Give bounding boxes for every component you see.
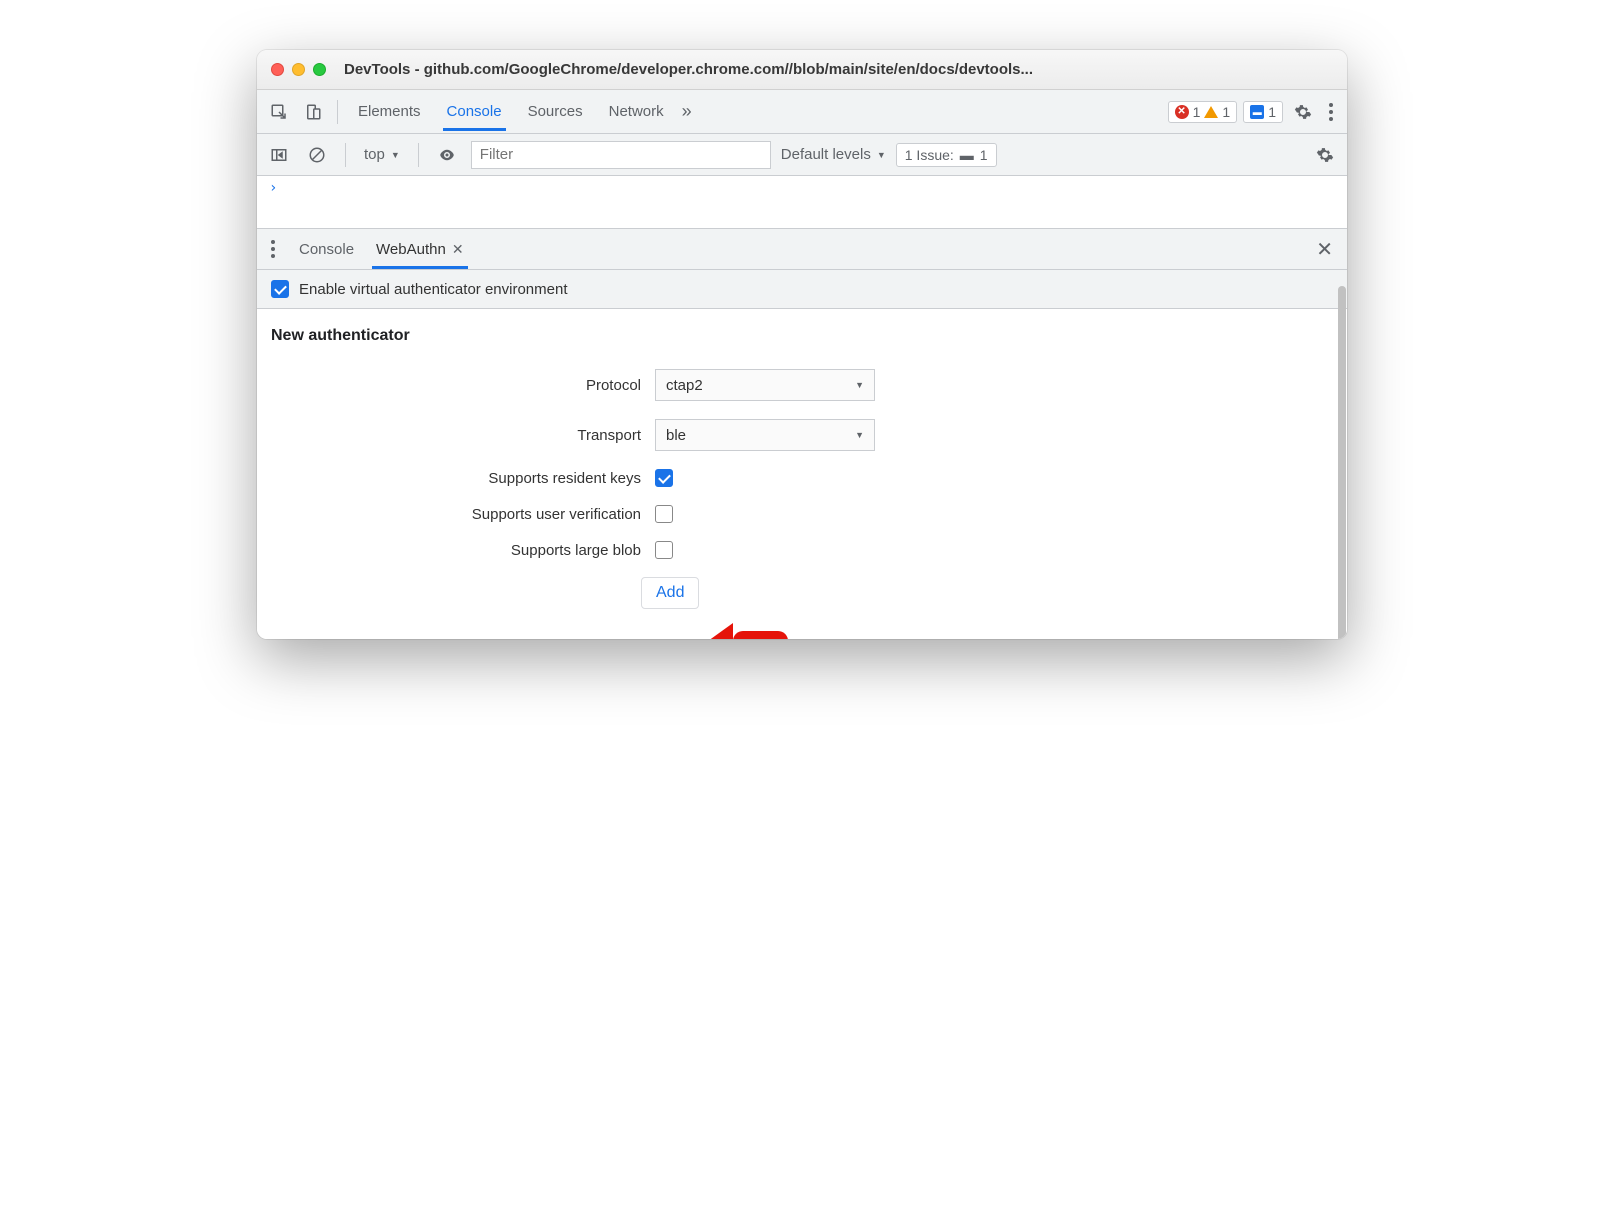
filter-input[interactable] — [471, 141, 771, 169]
transport-label: Transport — [271, 427, 641, 444]
resident-keys-row: Supports resident keys — [271, 469, 1333, 487]
errors-count: 1 — [1193, 104, 1201, 120]
context-selector[interactable]: top — [360, 146, 404, 163]
drawer-tab-console[interactable]: Console — [295, 231, 358, 268]
close-tab-icon[interactable]: ✕ — [452, 241, 464, 258]
warnings-count: 1 — [1222, 104, 1230, 120]
tab-sources[interactable]: Sources — [524, 93, 587, 130]
warning-icon — [1204, 106, 1218, 118]
window-title: DevTools - github.com/GoogleChrome/devel… — [344, 61, 1033, 78]
messages-badge[interactable]: ▬ 1 — [1243, 101, 1283, 123]
transport-row: Transport ble — [271, 419, 1333, 451]
user-verification-checkbox[interactable] — [655, 505, 673, 523]
window-controls — [271, 63, 326, 76]
error-icon: ✕ — [1175, 105, 1189, 119]
issue-icon: ▬ — [960, 147, 974, 163]
issues-pill[interactable]: 1 Issue: ▬ 1 — [896, 143, 997, 167]
close-window-button[interactable] — [271, 63, 284, 76]
log-levels-selector[interactable]: Default levels — [781, 146, 886, 163]
large-blob-checkbox[interactable] — [655, 541, 673, 559]
close-drawer-icon[interactable]: ✕ — [1310, 237, 1339, 262]
main-toolbar: Elements Console Sources Network » ✕ 1 1… — [257, 90, 1347, 134]
protocol-row: Protocol ctap2 — [271, 369, 1333, 401]
resident-keys-label: Supports resident keys — [271, 470, 641, 487]
inspect-icon[interactable] — [265, 98, 293, 126]
clear-console-icon[interactable] — [303, 141, 331, 169]
messages-count: 1 — [1268, 104, 1276, 120]
enable-virtual-authenticator-label: Enable virtual authenticator environment — [299, 281, 568, 298]
panel-title: New authenticator — [271, 327, 1333, 345]
user-verification-row: Supports user verification — [271, 505, 1333, 523]
console-settings-icon[interactable] — [1311, 141, 1339, 169]
message-icon: ▬ — [1250, 105, 1264, 119]
transport-select[interactable]: ble — [655, 419, 875, 451]
more-tabs-icon[interactable]: » — [674, 101, 700, 122]
drawer-tabs: Console WebAuthn ✕ ✕ — [257, 228, 1347, 270]
scrollbar-thumb[interactable] — [1338, 286, 1346, 639]
more-options-icon[interactable] — [1323, 103, 1339, 121]
drawer-menu-icon[interactable] — [265, 240, 281, 258]
enable-virtual-authenticator-row: Enable virtual authenticator environment — [257, 270, 1347, 309]
devtools-window: DevTools - github.com/GoogleChrome/devel… — [257, 50, 1347, 639]
zoom-window-button[interactable] — [313, 63, 326, 76]
enable-virtual-authenticator-checkbox[interactable] — [271, 280, 289, 298]
large-blob-label: Supports large blob — [271, 542, 641, 559]
toolbar-divider — [337, 100, 338, 124]
console-toolbar: top Default levels 1 Issue: ▬ 1 — [257, 134, 1347, 176]
errors-badge[interactable]: ✕ 1 1 — [1168, 101, 1238, 123]
protocol-select[interactable]: ctap2 — [655, 369, 875, 401]
window-titlebar: DevTools - github.com/GoogleChrome/devel… — [257, 50, 1347, 90]
console-divider-2 — [418, 143, 419, 167]
large-blob-row: Supports large blob — [271, 541, 1333, 559]
sidebar-toggle-icon[interactable] — [265, 141, 293, 169]
device-toolbar-icon[interactable] — [299, 98, 327, 126]
resident-keys-checkbox[interactable] — [655, 469, 673, 487]
tab-console[interactable]: Console — [443, 93, 506, 130]
add-button[interactable]: Add — [641, 577, 699, 609]
user-verification-label: Supports user verification — [271, 506, 641, 523]
main-tabs: Elements Console Sources Network — [354, 93, 668, 130]
tab-network[interactable]: Network — [605, 93, 668, 130]
drawer-tab-webauthn[interactable]: WebAuthn ✕ — [372, 231, 468, 268]
console-divider — [345, 143, 346, 167]
minimize-window-button[interactable] — [292, 63, 305, 76]
status-badges: ✕ 1 1 ▬ 1 — [1168, 101, 1283, 123]
annotation-arrow-icon — [703, 611, 793, 639]
settings-icon[interactable] — [1289, 98, 1317, 126]
add-row: Add — [271, 577, 1333, 609]
protocol-label: Protocol — [271, 377, 641, 394]
console-prompt[interactable]: › — [257, 176, 1347, 200]
tab-elements[interactable]: Elements — [354, 93, 425, 130]
live-expression-icon[interactable] — [433, 141, 461, 169]
new-authenticator-panel: New authenticator Protocol ctap2 Transpo… — [257, 309, 1347, 639]
